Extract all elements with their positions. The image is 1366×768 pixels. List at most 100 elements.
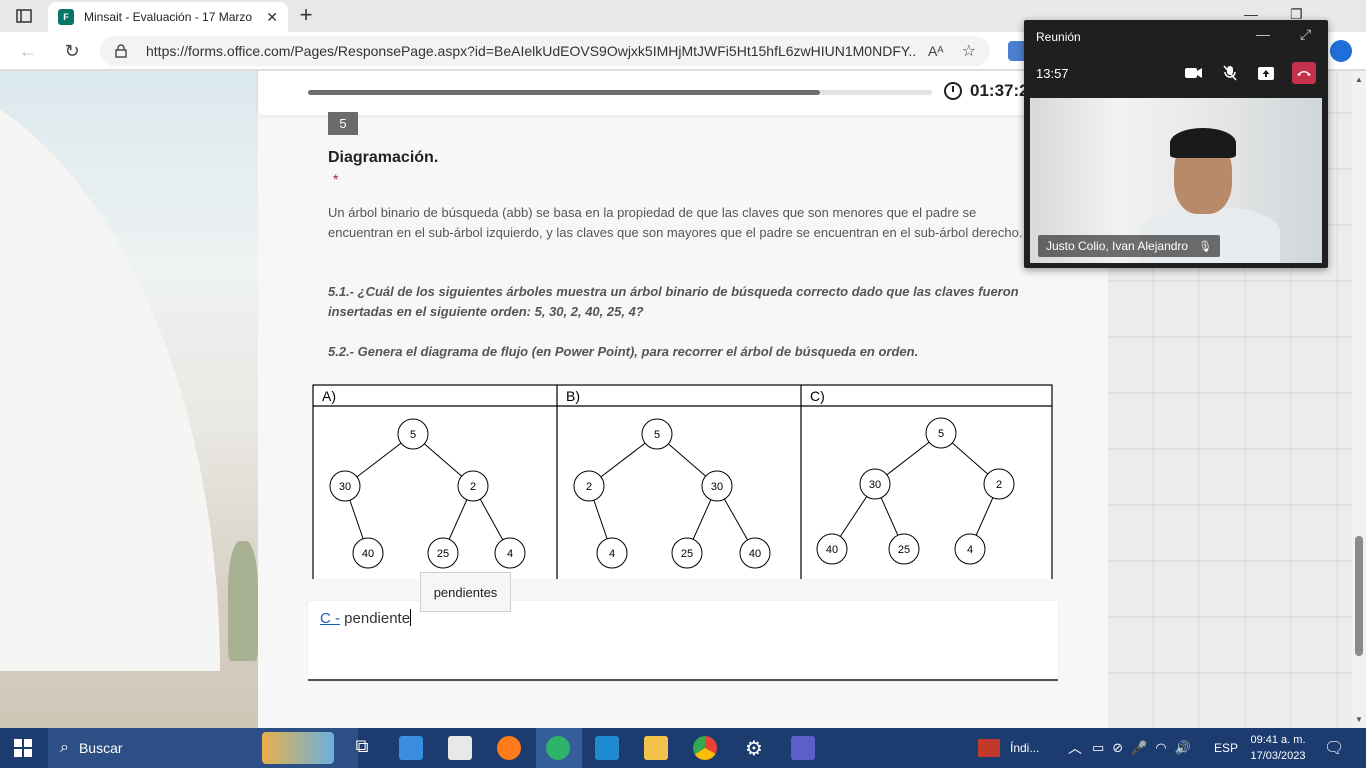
start-windows-icon[interactable]: [14, 739, 32, 757]
tab-close-icon[interactable]: ✕: [266, 9, 278, 26]
timer-text: 01:37:2: [970, 81, 1029, 100]
bing-icon[interactable]: [1330, 40, 1352, 62]
mic-muted-icon[interactable]: [1218, 62, 1242, 84]
tree-c-node: 40: [826, 544, 838, 556]
task-view-icon[interactable]: ⧉: [350, 736, 374, 760]
new-tab-button[interactable]: +: [294, 4, 318, 28]
participant-name: Justo Colio, Ivan Alejandro: [1046, 239, 1189, 253]
teams-icon[interactable]: [791, 736, 815, 760]
tree-c-node: 5: [938, 428, 944, 440]
tree-b-node: 4: [609, 548, 615, 560]
favorite-star-icon[interactable]: ☆: [962, 41, 976, 61]
meeting-expand-icon[interactable]: ⤢: [1300, 26, 1311, 43]
question-description: Un árbol binario de búsqueda (abb) se ba…: [328, 205, 1023, 240]
search-highlight-icon[interactable]: [262, 732, 334, 764]
binary-trees-image: A) B) C) 5 30 2 40 25 4 5 2 30 4 25 40 5…: [312, 384, 1053, 586]
chrome-icon[interactable]: [693, 736, 717, 760]
tray-app-label: Índi...: [1010, 741, 1040, 755]
vscode-icon[interactable]: [595, 736, 619, 760]
answer-typed-text: pendiente: [340, 610, 411, 627]
tree-a-node: 5: [410, 429, 416, 441]
wifi-icon[interactable]: ◠: [1155, 740, 1166, 756]
question-5-1: 5.1.- ¿Cuál de los siguientes árboles mu…: [328, 284, 1019, 319]
tree-a-node: 40: [362, 548, 374, 560]
tree-a-node: 2: [470, 481, 476, 493]
autocomplete-suggestion[interactable]: pendientes: [420, 572, 511, 612]
scroll-down-icon[interactable]: ▼: [1355, 715, 1363, 724]
lock-icon: [114, 44, 128, 58]
tree-a-node: 30: [339, 481, 351, 493]
tree-c-node: 4: [967, 544, 973, 556]
tree-a-node: 25: [437, 548, 449, 560]
answer-link-text[interactable]: C -: [320, 610, 340, 627]
forms-favicon-icon: F: [58, 9, 74, 25]
tray-chevron-icon[interactable]: ︿: [1068, 728, 1082, 768]
required-mark: *: [333, 171, 339, 187]
text-caret: [410, 609, 412, 626]
volume-icon[interactable]: 🔊: [1175, 740, 1191, 756]
tray-status-icons[interactable]: ▭ ⊘ 🎤 ◠ 🔊: [1092, 728, 1191, 768]
tab-actions-icon[interactable]: [8, 5, 40, 27]
tree-b-node: 2: [586, 481, 592, 493]
settings-gear-icon[interactable]: ⚙: [742, 736, 766, 760]
file-explorer-icon[interactable]: [644, 736, 668, 760]
timer: 01:37:2: [944, 81, 1029, 101]
participant-mic-muted-icon: 🎙: [1198, 240, 1213, 253]
answer-text: C - pendiente: [320, 609, 412, 627]
tray-app[interactable]: Índi...: [978, 728, 1039, 768]
tree-c-node: 2: [996, 479, 1002, 491]
share-screen-icon[interactable]: [1254, 62, 1278, 84]
edge-icon[interactable]: [546, 736, 570, 760]
answer-textarea[interactable]: C - pendiente: [308, 601, 1058, 681]
store-icon[interactable]: [448, 736, 472, 760]
tree-a-header: A): [322, 388, 336, 404]
hang-up-button[interactable]: [1292, 62, 1316, 84]
tab-title: Minsait - Evaluación - 17 Marzo 2: [84, 10, 254, 24]
scroll-up-icon[interactable]: ▲: [1355, 75, 1363, 84]
windows-taskbar: ⌕ Buscar ⧉ ⚙ Índi... ︿ ▭ ⊘ 🎤 ◠ 🔊 ESP 09:…: [0, 728, 1366, 768]
tree-c-node: 30: [869, 479, 881, 491]
participant-hair: [1170, 128, 1236, 158]
progress-header: 01:37:2: [258, 71, 1029, 115]
firefox-icon[interactable]: [497, 736, 521, 760]
tree-c-node: 25: [898, 544, 910, 556]
clock-time: 09:41 a. m.: [1250, 734, 1306, 746]
timer-icon: [944, 82, 962, 100]
url-text: https://forms.office.com/Pages/ResponseP…: [146, 43, 916, 59]
tree-a-node: 4: [507, 548, 513, 560]
meeting-minimize-icon[interactable]: —: [1256, 26, 1270, 42]
microphone-icon[interactable]: 🎤: [1131, 740, 1147, 756]
progress-bar-fill: [308, 90, 820, 95]
question-number-badge: 5: [328, 112, 358, 135]
tree-c-header: C): [810, 388, 825, 404]
search-label: Buscar: [78, 740, 123, 756]
participant-name-tag: Justo Colio, Ivan Alejandro 🎙: [1038, 235, 1221, 257]
battery-icon[interactable]: ▭: [1092, 740, 1104, 756]
search-icon: ⌕: [60, 739, 69, 756]
meeting-title: Reunión: [1036, 30, 1081, 44]
browser-tab-active[interactable]: F Minsait - Evaluación - 17 Marzo 2 ✕: [48, 2, 288, 32]
refresh-button[interactable]: ↻: [60, 40, 84, 62]
tree-b-node: 30: [711, 481, 723, 493]
question-5-2: 5.2.- Genera el diagrama de flujo (en Po…: [328, 344, 919, 359]
taskbar-clock[interactable]: 09:41 a. m. 17/03/2023: [1248, 732, 1308, 764]
language-indicator[interactable]: ESP: [1214, 728, 1238, 768]
page-scrollbar[interactable]: ▲ ▼: [1352, 71, 1366, 728]
tree-b-node: 5: [654, 429, 660, 441]
tree-b-node: 25: [681, 548, 693, 560]
camera-icon[interactable]: [1182, 62, 1206, 84]
tree-b-node: 40: [749, 548, 761, 560]
tray-app-icon: [978, 739, 1000, 757]
progress-bar: [308, 90, 932, 95]
notification-icon[interactable]: 🗨: [1324, 728, 1344, 768]
network-error-icon[interactable]: ⊘: [1112, 740, 1123, 756]
teams-meeting-window[interactable]: Reunión — ⤢ 13:57 Justo Colio, Ivan Alej…: [1024, 20, 1328, 268]
back-button[interactable]: ←: [16, 40, 40, 62]
scroll-thumb[interactable]: [1355, 536, 1363, 656]
tree-b-header: B): [566, 388, 580, 404]
mail-icon[interactable]: [399, 736, 423, 760]
address-bar[interactable]: https://forms.office.com/Pages/ResponseP…: [100, 36, 990, 66]
meeting-time: 13:57: [1036, 66, 1069, 81]
read-aloud-icon[interactable]: Aᴬ: [928, 43, 944, 59]
question-title: Diagramación.: [328, 149, 439, 166]
